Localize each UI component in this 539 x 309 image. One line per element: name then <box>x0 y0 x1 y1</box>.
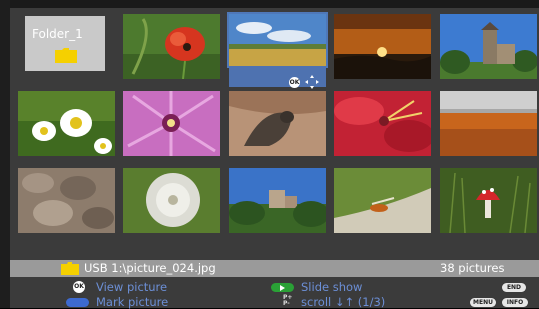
media-browser-screen: Folder_1 OK USB 1:\picture_024.jpg 38 pi… <box>0 0 539 309</box>
folder-tile[interactable]: Folder_1 <box>25 16 105 71</box>
thumbnail-seal[interactable] <box>229 91 326 156</box>
program-keys-icon: P+ P- <box>283 294 293 307</box>
thumbnail-daisies[interactable] <box>18 91 115 156</box>
thumbnail-landscape-selected[interactable] <box>227 12 328 68</box>
menu-key: MENU <box>470 298 496 307</box>
green-play-key-icon <box>271 283 294 292</box>
thumbnail-sunset[interactable] <box>334 14 431 79</box>
left-edge <box>0 0 10 308</box>
folder-icon <box>55 48 77 63</box>
file-path: USB 1:\picture_024.jpg <box>84 261 216 275</box>
top-edge <box>0 0 539 8</box>
info-key: INFO <box>502 298 528 307</box>
thumbnail-poppy[interactable] <box>123 14 220 79</box>
folder-label: Folder_1 <box>32 27 83 41</box>
thumbnail-autumn-forest[interactable] <box>440 91 537 156</box>
thumbnail-mushroom[interactable] <box>440 168 537 233</box>
blue-key-icon <box>66 298 89 307</box>
thumbnail-insect[interactable] <box>334 168 431 233</box>
view-picture-hint: View picture <box>96 280 168 294</box>
end-key: END <box>502 283 526 292</box>
ok-button-icon: OK <box>289 77 300 88</box>
slide-show-hint: Slide show <box>301 280 363 294</box>
thumbnail-red-flower[interactable] <box>334 91 431 156</box>
ok-key-icon: OK <box>73 281 85 293</box>
scroll-hint: scroll ↓↑ (1/3) <box>301 295 386 309</box>
mark-picture-hint: Mark picture <box>96 295 169 309</box>
picture-count: 38 pictures <box>440 261 505 275</box>
thumbnail-purple-flower[interactable] <box>123 91 220 156</box>
thumbnail-dandelion[interactable] <box>123 168 220 233</box>
thumbnail-castle[interactable] <box>440 14 537 79</box>
thumbnail-village[interactable] <box>229 168 326 233</box>
folder-icon <box>61 262 79 275</box>
move-arrows-icon <box>305 75 319 89</box>
thumbnail-dry-leaves[interactable] <box>18 168 115 233</box>
